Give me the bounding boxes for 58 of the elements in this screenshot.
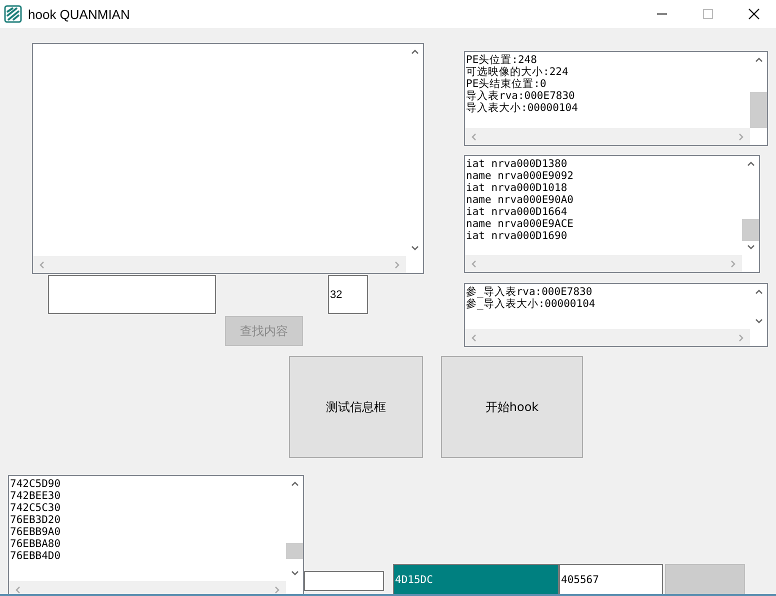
action-button[interactable]: 开始hook: [441, 356, 583, 458]
text-line: 76EBB4D0: [10, 550, 62, 562]
scroll-down-icon[interactable]: [410, 243, 420, 253]
param-text-area[interactable]: 參_导入表rva:000E7830 參_导入表大小:00000104: [464, 283, 768, 347]
scroll-right-icon[interactable]: [392, 260, 402, 270]
action-button[interactable]: 测试信息框: [289, 356, 423, 458]
scroll-right-icon[interactable]: [736, 132, 746, 142]
text-line: 76EB3D20: [10, 514, 62, 526]
horizontal-scrollbar[interactable]: [465, 329, 750, 346]
maximize-icon[interactable]: [702, 8, 714, 20]
scroll-right-icon[interactable]: [272, 584, 282, 594]
scroll-left-icon[interactable]: [13, 584, 23, 594]
text-line: PE头位置:248: [466, 54, 538, 66]
scrollbar-thumb[interactable]: [286, 543, 303, 559]
text-line: iat nrva000D1690: [466, 230, 568, 242]
text-line: name nrva000E9ACE: [466, 218, 574, 230]
count-field[interactable]: 32: [328, 275, 368, 314]
horizontal-scrollbar[interactable]: [9, 581, 286, 594]
scroll-left-icon[interactable]: [469, 132, 479, 142]
text-line: name nrva000E90A0: [466, 194, 574, 206]
close-icon[interactable]: [748, 8, 760, 20]
text-line: 742C5D90: [10, 478, 62, 490]
text-line: 參_导入表大小:00000104: [466, 298, 596, 310]
scroll-left-icon[interactable]: [469, 332, 479, 342]
text-line: 742C5C30: [10, 502, 62, 514]
horizontal-scrollbar[interactable]: [33, 256, 406, 273]
scroll-down-icon[interactable]: [746, 242, 756, 252]
text-line: iat nrva000D1664: [466, 206, 568, 218]
text-line: 导入表rva:000E7830: [466, 90, 576, 102]
scroll-down-icon[interactable]: [754, 316, 764, 326]
window-title: hook QUANMIAN: [28, 6, 130, 22]
text-line: 742BEE30: [10, 490, 62, 502]
text-line: 可选映像的大小:224: [466, 66, 570, 78]
scroll-right-icon[interactable]: [736, 332, 746, 342]
scroll-left-icon[interactable]: [37, 260, 47, 270]
text-line: iat nrva000D1380: [466, 158, 568, 170]
text-line: name nrva000E9092: [466, 170, 574, 182]
scrollbar-thumb[interactable]: [742, 219, 759, 241]
info-text-area[interactable]: PE头位置:248 可选映像的大小:224 PE头结束位置:0 导入表rva:000E7830 导入表大小:00000104: [464, 51, 768, 146]
text-line: 导入表大小:00000104: [466, 102, 579, 114]
scroll-right-icon[interactable]: [728, 258, 738, 268]
app-logo-icon: [4, 5, 22, 23]
address-field[interactable]: 4D15DC: [393, 564, 559, 594]
scroll-down-icon[interactable]: [290, 568, 300, 578]
text-line: PE头结束位置:0: [466, 78, 548, 90]
search-field[interactable]: [48, 275, 216, 314]
horizontal-scrollbar[interactable]: [465, 128, 750, 145]
text-line: 76EBBA80: [10, 538, 62, 550]
import-list-area[interactable]: iat nrva000D1380 name nrva000E9092 iat nrva000D1018 name nrva000E90A0 iat nrva000D1664 name nrva000E9ACE iat nrva000D1690: [464, 155, 760, 273]
address-list-area[interactable]: 742C5D90 742BEE30 742C5C30 76EB3D20 76EBB9A0 76EBBA80 76EBB4D0: [8, 475, 304, 594]
value-field[interactable]: 405567: [559, 564, 663, 594]
scrollbar-thumb[interactable]: [750, 92, 767, 128]
text-line: 參_导入表rva:000E7830: [466, 286, 594, 298]
text-line: 76EBB9A0: [10, 526, 62, 538]
scroll-left-icon[interactable]: [469, 258, 479, 268]
input-field[interactable]: [304, 571, 384, 591]
horizontal-scrollbar[interactable]: [465, 255, 742, 272]
text-line: iat nrva000D1018: [466, 182, 568, 194]
